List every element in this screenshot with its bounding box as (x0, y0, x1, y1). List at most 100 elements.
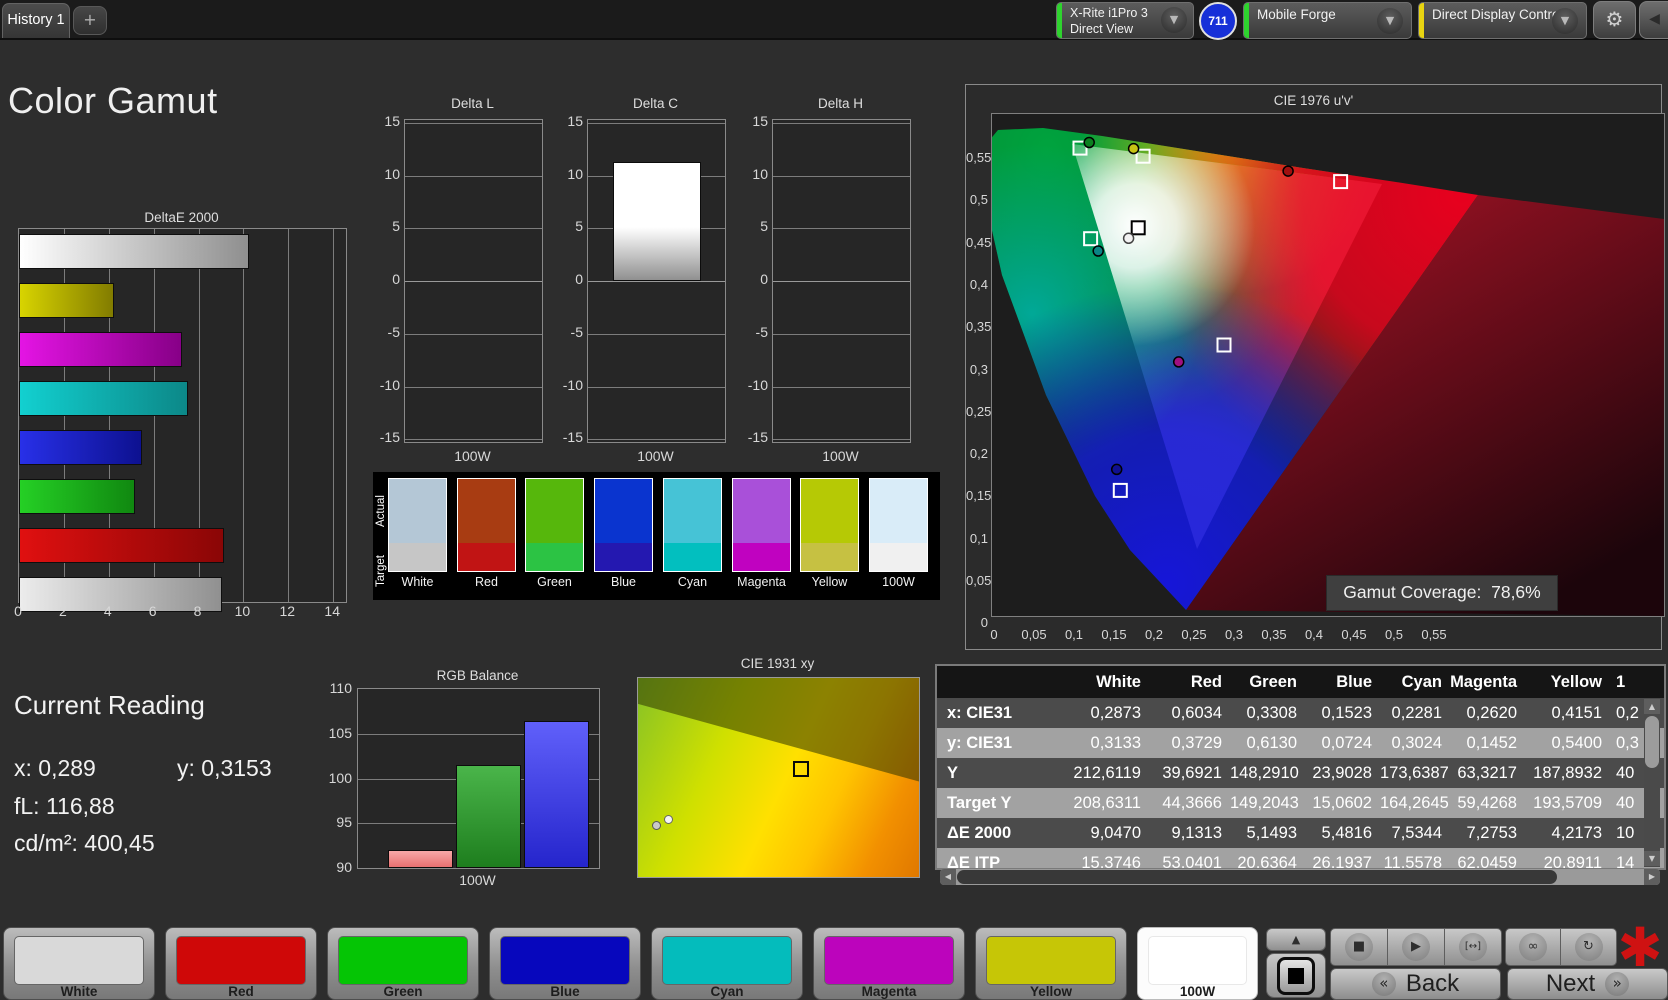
v-axis-tick-label: 0,4 (969, 276, 988, 292)
cell: Green (1249, 673, 1297, 691)
cell: 0,3729 (1171, 734, 1222, 752)
play-button[interactable]: ▶ (1387, 928, 1445, 966)
add-tab-button[interactable]: + (73, 6, 107, 35)
gridline (773, 176, 910, 177)
u-axis-tick-label: 0 (990, 627, 998, 642)
pattern-up-button[interactable]: ▲ (1266, 928, 1326, 951)
delta-chart-x-label: 100W (454, 448, 491, 464)
cie-1976-plot (991, 113, 1665, 617)
rgb-balance-chart: RGB Balance 100W 110 105 100 95 90 (320, 668, 610, 893)
scroll-left-icon[interactable]: ◀ (940, 869, 956, 885)
scrollbar-thumb[interactable] (1645, 716, 1659, 768)
u-axis-tick-label: 0,3 (1224, 627, 1244, 642)
pattern-source-dropdown[interactable]: Mobile Forge ▼ (1243, 2, 1412, 39)
measured-marker-magenta (1172, 356, 1185, 368)
reading-fl: fL: 116,88 (14, 793, 115, 819)
table-header-row: White Red Green Blue Cyan Magenta Yellow 1 (937, 666, 1664, 698)
patch-label: Yellow (1029, 984, 1073, 999)
cell: Magenta (1450, 673, 1517, 691)
page-title: Color Gamut (8, 80, 218, 121)
actual-swatch-blue (594, 478, 653, 543)
stop-square-icon (1288, 967, 1304, 984)
cie-1976-panel: CIE 1976 u'v' 0,55 0,5 0,45 0,4 0,35 0,3… (965, 84, 1665, 650)
tab-history-1[interactable]: History 1 (2, 3, 70, 38)
scrollbar-thumb[interactable] (957, 870, 1557, 884)
gridline (333, 229, 334, 602)
rgb-balance-plot (357, 688, 600, 869)
y-tick-label: 10 (567, 166, 583, 182)
infinity-button[interactable]: ∞ (1505, 928, 1561, 966)
pattern-window-button[interactable] (1266, 953, 1326, 998)
next-button[interactable]: Next » (1507, 968, 1668, 1000)
step-button[interactable]: [↔] (1444, 928, 1502, 966)
delta-chart-title: Delta H (817, 96, 863, 111)
scroll-down-icon[interactable]: ▼ (1644, 851, 1660, 866)
table-vertical-scrollbar[interactable]: ▲ ▼ (1644, 699, 1660, 867)
stop-button[interactable]: ■ (1330, 928, 1388, 966)
deltae-plot-area (18, 228, 347, 612)
patch-label: Magenta (861, 984, 917, 999)
cell: 39,6921 (1162, 764, 1222, 782)
y-tick-label: 10 (384, 166, 400, 182)
chevron-down-icon[interactable]: ▼ (1552, 8, 1578, 34)
patch-swatch (176, 936, 306, 985)
measurement-table: White Red Green Blue Cyan Magenta Yellow 1 x: CI… (935, 664, 1666, 870)
patch-button-blue[interactable]: Blue (489, 927, 641, 1000)
gridline (588, 334, 725, 335)
collapse-panel-button[interactable]: ◀ (1639, 1, 1668, 39)
arrow-up-icon: ▲ (1291, 932, 1301, 946)
u-axis-tick-label: 0,1 (1064, 627, 1084, 642)
measured-marker-blue (1110, 463, 1123, 476)
back-button[interactable]: « Back (1330, 968, 1501, 1000)
meter-status-indicator (1057, 3, 1062, 38)
scroll-right-icon[interactable]: ▶ (1644, 869, 1660, 885)
table-row: Target Y 208,6311 44,3666 149,2043 15,0602 16… (937, 788, 1664, 818)
table-row: x: CIE31 0,2873 0,6034 0,3308 0,1523 0,2281 0,… (937, 698, 1664, 728)
chevron-down-icon[interactable]: ▼ (1377, 8, 1403, 34)
gridline (243, 229, 244, 602)
scroll-up-icon[interactable]: ▲ (1644, 699, 1660, 714)
target-swatch-yellow (800, 543, 859, 572)
reading-y: y: 0,3153 (177, 755, 272, 781)
meter-mode: Direct View (1070, 22, 1133, 36)
cell: 0,4151 (1551, 704, 1602, 722)
meter-dropdown[interactable]: X-Rite i1Pro 3 Direct View ▼ (1056, 2, 1194, 39)
patch-button-yellow[interactable]: Yellow (975, 927, 1127, 1000)
table-row: ΔE 2000 9,0470 9,1313 5,1493 5,4816 7,5344 7,2… (937, 818, 1664, 848)
patch-button-magenta[interactable]: Magenta (813, 927, 965, 1000)
v-axis-tick-label: 0,05 (966, 573, 992, 588)
patch-button-cyan[interactable]: Cyan (651, 927, 803, 1000)
patch-button-white[interactable]: White (3, 927, 155, 1000)
rgb-balance-x-label: 100W (459, 872, 496, 888)
deltae-bar-green (19, 479, 135, 514)
back-button-label: Back (1405, 970, 1460, 997)
settings-button[interactable]: ⚙ (1593, 1, 1636, 39)
y-tick-label: -5 (387, 324, 400, 340)
deltae-bar-red (19, 528, 224, 563)
patch-button-green[interactable]: Green (327, 927, 479, 1000)
rgb-balance-title: RGB Balance (436, 668, 519, 683)
y-tick-label: 0 (760, 271, 768, 287)
u-axis-tick-label: 0,45 (1341, 627, 1367, 642)
display-name: Direct Display Control (1432, 7, 1563, 22)
patch-button-red[interactable]: Red (165, 927, 317, 1000)
table-horizontal-scrollbar[interactable]: ◀ ▶ (940, 869, 1660, 885)
x-tick-label: 6 (148, 603, 157, 619)
step-icon: [↔] (1459, 933, 1487, 961)
y-tick-label: 5 (760, 218, 768, 234)
y-tick-label: -15 (747, 429, 768, 445)
display-control-dropdown[interactable]: Direct Display Control ▼ (1418, 2, 1587, 39)
target-row-label: Target (375, 555, 387, 587)
cell: 173,6387 (1380, 764, 1449, 782)
patch-button-100w[interactable]: 100W (1137, 927, 1258, 1000)
current-reading-title: Current Reading (14, 690, 205, 720)
u-axis-tick-label: 0,2 (1144, 627, 1164, 642)
cell: 15,3746 (1081, 854, 1141, 870)
cell: 4,2173 (1551, 824, 1602, 842)
gridline (773, 334, 910, 335)
cell: 9,1313 (1171, 824, 1222, 842)
gridline (773, 281, 910, 282)
refresh-button[interactable]: ↻ (1560, 928, 1617, 966)
target-swatch-100w (869, 543, 928, 572)
chevron-down-icon[interactable]: ▼ (1161, 7, 1187, 33)
